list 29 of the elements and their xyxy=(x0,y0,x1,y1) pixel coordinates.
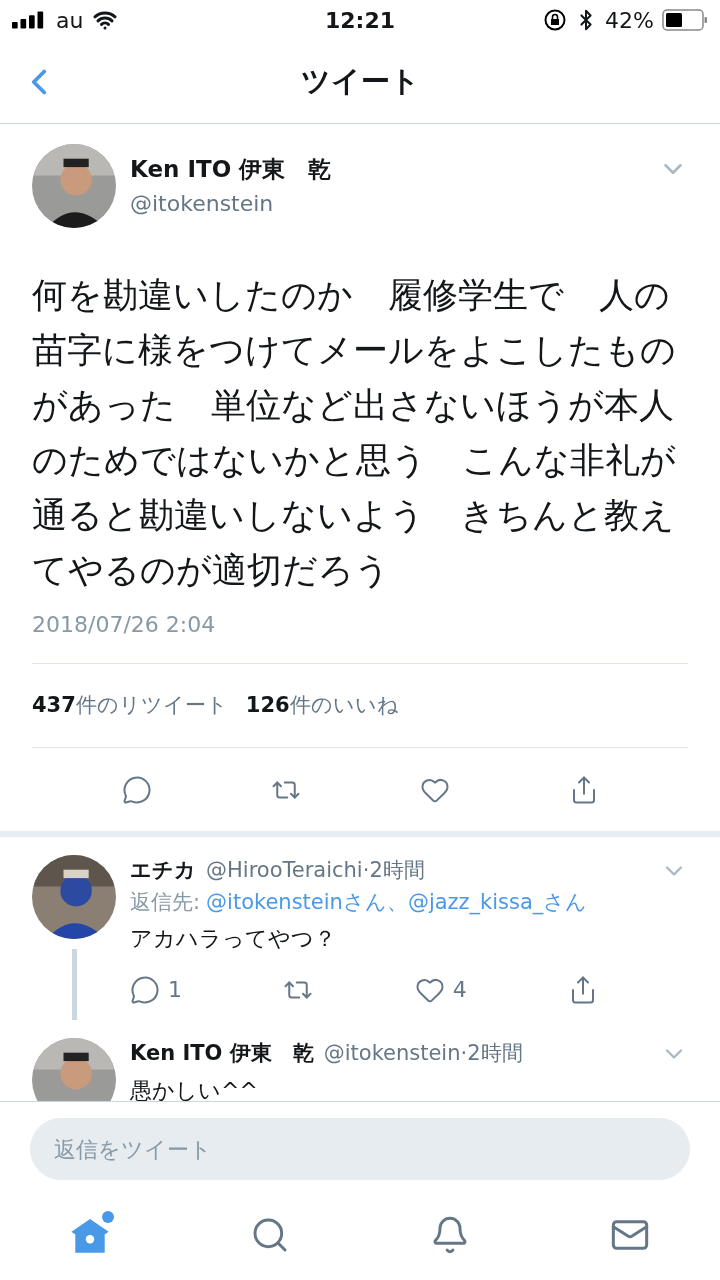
tweet-text: 何を勘違いしたのか 履修学生で 人の苗字に様をつけてメールをよこしたものがあった 単位など出さないほうが本人のためではないかと思う こんな非礼が通ると勘違いしないよう きちんと教えてやるのが適切だろう xyxy=(32,274,677,592)
battery-icon xyxy=(662,9,708,31)
reply-text: アカハラってやつ？ xyxy=(130,925,337,953)
reply-icon xyxy=(130,974,160,1005)
action-count: 4 xyxy=(452,976,467,1004)
author-handle: @itokenstein xyxy=(130,189,275,218)
reply-to-label: 返信先: xyxy=(130,888,201,916)
tweet-stat[interactable]: 126件のいいね xyxy=(245,689,399,722)
battery-percent: 42% xyxy=(605,6,654,35)
page-title: ツイート xyxy=(300,62,420,100)
reply-author-name: エチカ xyxy=(130,857,196,884)
carrier-name: au xyxy=(56,6,84,35)
reply-input[interactable]: 返信をツイート xyxy=(30,1118,690,1180)
like-button[interactable]: 4 xyxy=(414,973,467,1006)
tweet-date: 2018/07/26 2:04 xyxy=(32,611,217,639)
action-count: 1 xyxy=(168,976,182,1004)
reply-text: 愚かしい^^ xyxy=(130,1076,259,1101)
author-name: Ken ITO 伊東 乾 xyxy=(130,155,333,185)
signal-icon xyxy=(12,11,46,29)
rotation-lock-icon xyxy=(543,8,568,32)
tweet-stat[interactable]: 437件のリツイート xyxy=(32,689,228,722)
reply-meta: @HirooTeraichi·2時間 xyxy=(206,857,426,884)
reply-author-name: Ken ITO 伊東 乾 xyxy=(130,1040,314,1067)
reply-to-link[interactable]: @itokensteinさん、@jazz_kissa_さん xyxy=(206,886,588,918)
reply-button[interactable] xyxy=(121,774,152,805)
reply-icon xyxy=(121,774,152,805)
reply-button[interactable]: 1 xyxy=(130,973,182,1006)
clock-time: 12:21 xyxy=(325,6,395,35)
reply-meta: @itokenstein·2時間 xyxy=(323,1040,524,1067)
